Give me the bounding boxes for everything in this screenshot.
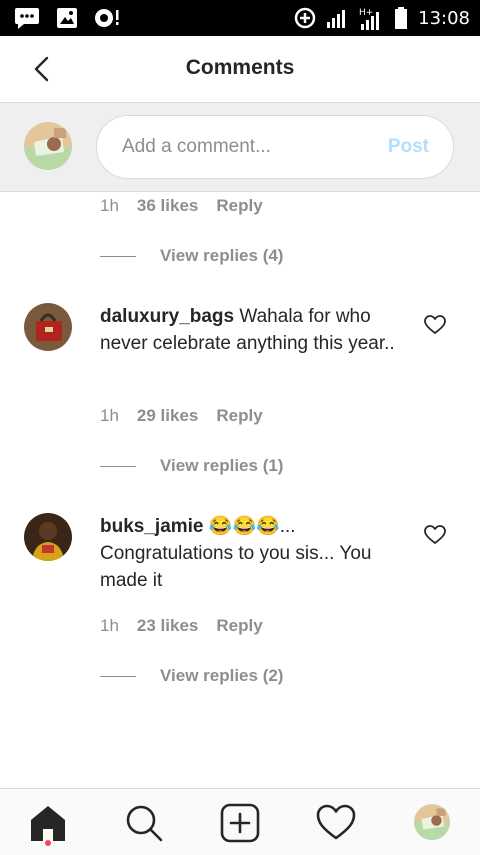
- comment-input-placeholder: Add a comment...: [122, 136, 271, 157]
- view-replies-button[interactable]: View replies (1): [100, 456, 283, 476]
- nav-profile-avatar[interactable]: [414, 804, 450, 840]
- view-replies-label: View replies (2): [160, 666, 284, 685]
- commenter-avatar[interactable]: [24, 303, 72, 351]
- comment-body: buks_jamie 😂😂😂... Congratulations to you…: [100, 513, 410, 594]
- comment-username[interactable]: buks_jamie: [100, 516, 204, 537]
- comment-time: 1h: [100, 196, 119, 215]
- add-post-icon: [220, 803, 260, 843]
- comment-input[interactable]: Add a comment... Post: [96, 115, 454, 179]
- comment-time: 1h: [100, 406, 119, 425]
- heart-icon: [424, 315, 446, 334]
- divider-line: [100, 465, 136, 467]
- clock: 13:08: [418, 7, 470, 29]
- heart-icon: [424, 525, 446, 544]
- comment-time: 1h: [100, 616, 119, 635]
- reply-button[interactable]: Reply: [216, 406, 262, 426]
- comment-composer: Add a comment... Post: [0, 103, 480, 192]
- heart-icon: [316, 804, 356, 840]
- comment-meta: 1h 23 likes Reply: [100, 616, 263, 636]
- nav-home[interactable]: [28, 803, 68, 843]
- image-notification-icon: [57, 8, 77, 28]
- notification-icons: [14, 7, 120, 29]
- comment-likes[interactable]: 29 likes: [137, 406, 198, 426]
- nav-activity[interactable]: [316, 803, 356, 843]
- chat-notification-icon: [15, 8, 39, 29]
- post-button[interactable]: Post: [388, 136, 429, 158]
- commenter-avatar[interactable]: [24, 513, 72, 561]
- divider-line: [100, 675, 136, 677]
- status-bar: H+ 13:08: [0, 0, 480, 36]
- like-comment-button[interactable]: [424, 525, 446, 545]
- reply-button[interactable]: Reply: [216, 616, 262, 636]
- search-icon: [126, 805, 163, 842]
- like-comment-button[interactable]: [424, 315, 446, 335]
- page-title: Comments: [185, 56, 295, 79]
- bottom-navigation: [0, 788, 480, 855]
- battery-icon: [395, 7, 408, 29]
- comment-username[interactable]: daluxury_bags: [100, 306, 234, 327]
- home-icon: [31, 806, 65, 841]
- nav-new-post[interactable]: [220, 803, 260, 843]
- current-user-avatar: [24, 122, 72, 170]
- divider-line: [100, 255, 136, 257]
- view-replies-label: View replies (4): [160, 246, 284, 265]
- reply-button[interactable]: Reply: [216, 196, 262, 216]
- comment-meta: 1h 36 likes Reply: [100, 196, 263, 216]
- view-replies-button[interactable]: View replies (4): [100, 246, 283, 266]
- view-replies-button[interactable]: View replies (2): [100, 666, 283, 686]
- comment-body: daluxury_bags Wahala for who never celeb…: [100, 303, 410, 357]
- app-notification-icon: [95, 9, 119, 27]
- header: Comments: [0, 36, 480, 103]
- comment-likes[interactable]: 23 likes: [137, 616, 198, 636]
- signal-icon: [327, 10, 346, 28]
- data-saver-icon: [294, 7, 316, 29]
- comment-meta: 1h 29 likes Reply: [100, 406, 263, 426]
- comment-likes[interactable]: 36 likes: [137, 196, 198, 216]
- view-replies-label: View replies (1): [160, 456, 284, 475]
- signal-hplus-icon: H+: [359, 8, 380, 30]
- nav-search[interactable]: [124, 803, 164, 843]
- notification-dot: [45, 840, 51, 846]
